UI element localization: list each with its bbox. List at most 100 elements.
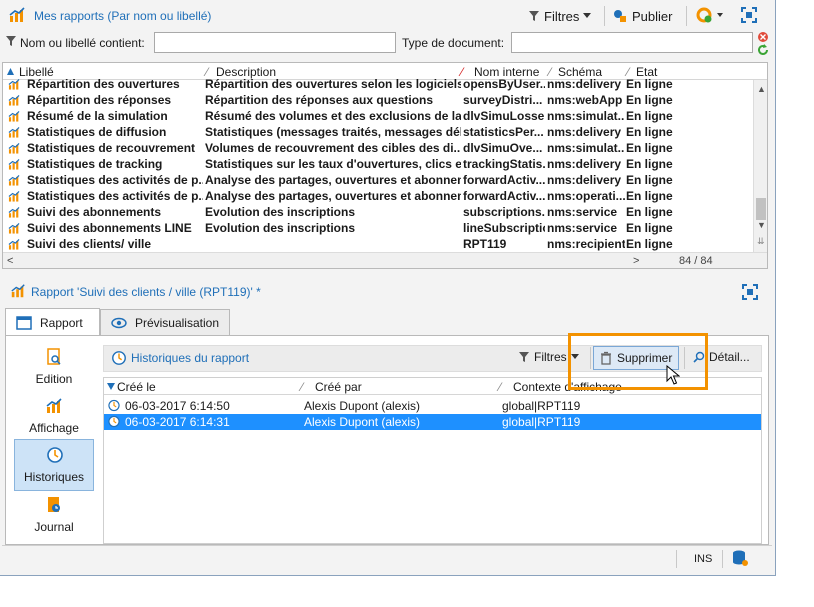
table-cell: Evolution des inscriptions <box>205 221 356 235</box>
history-row[interactable]: 06-03-2017 6:14:31 Alexis Dupont (alexis)… <box>104 414 761 430</box>
scrollbar-thumb[interactable] <box>756 198 766 220</box>
table-cell: En ligne <box>626 157 673 171</box>
name-filter-input[interactable] <box>154 32 396 53</box>
reports-table: Libellé ⁄ Description ⁄ Nom interne ⁄ Sc… <box>2 62 768 269</box>
sidebar-item-affichage[interactable]: Affichage <box>14 393 94 441</box>
table-cell: Statistiques des activités de p... <box>27 189 203 203</box>
vertical-scrollbar[interactable]: ▲ ▼ ⇊ <box>753 80 767 252</box>
table-cell: nms:service <box>547 205 618 219</box>
table-cell: nms:operati... <box>547 189 625 203</box>
history-cell: global|RPT119 <box>502 399 581 413</box>
table-cell: En ligne <box>626 93 673 107</box>
history-row[interactable]: 06-03-2017 6:14:50 Alexis Dupont (alexis)… <box>104 398 761 414</box>
table-cell: En ligne <box>626 237 673 251</box>
report-chart-icon <box>8 223 20 234</box>
horizontal-scrollbar[interactable]: < > 84 / 84 <box>3 252 767 268</box>
refresh-icon[interactable] <box>757 44 769 59</box>
table-row[interactable]: Suivi des abonnements LINE Evolution des … <box>3 220 753 236</box>
table-cell: nms:service <box>547 221 618 235</box>
table-cell: nms:simulat... <box>547 109 625 123</box>
table-cell: Statistiques de diffusion <box>27 125 167 139</box>
table-cell: nms:delivery <box>547 173 622 187</box>
history-title: Historiques du rapport <box>131 351 250 365</box>
table-cell: forwardActiv... <box>463 173 545 187</box>
table-cell: Statistiques de tracking <box>27 157 163 171</box>
report-chart-icon <box>8 79 20 90</box>
publish-label: Publier <box>632 8 673 24</box>
table-cell: Répartition des réponses <box>27 93 172 107</box>
record-count: 84 / 84 <box>679 255 713 267</box>
publish-button[interactable]: Publier <box>612 7 672 25</box>
tab-label: Prévisualisation <box>134 316 219 330</box>
table-cell: dlvSimuOve... <box>463 141 543 155</box>
filters-button[interactable]: Filtres <box>528 7 592 25</box>
report-chart-icon <box>10 283 26 302</box>
sort-desc-icon <box>107 383 115 390</box>
sidebar-item-journal[interactable]: Journal <box>14 492 94 540</box>
maximize-icon[interactable] <box>741 283 759 304</box>
table-row[interactable]: Répartition des réponses Répartition des … <box>3 92 753 108</box>
table-cell: Statistiques des activités de p... <box>27 173 203 187</box>
report-chart-icon <box>8 111 20 122</box>
report-icon <box>16 315 32 330</box>
col-created-by[interactable]: Créé par <box>315 380 362 394</box>
table-row[interactable]: Statistiques de tracking Statistiques sur… <box>3 156 753 172</box>
panel-title: Mes rapports (Par nom ou libellé) <box>34 9 212 23</box>
history-cell: global|RPT119 <box>502 415 581 429</box>
history-clock-icon <box>108 399 120 412</box>
table-cell: subscriptions... <box>463 205 545 219</box>
table-cell: En ligne <box>626 125 673 139</box>
report-chart-icon <box>8 95 20 106</box>
eye-icon <box>111 317 127 329</box>
table-cell: nms:simulat... <box>547 141 625 155</box>
tab-preview[interactable]: Prévisualisation <box>100 309 230 336</box>
status-bar: INS <box>2 545 772 571</box>
table-cell: Résumé de la simulation <box>27 109 168 123</box>
application-window: Mes rapports (Par nom ou libellé) Filtre… <box>0 0 776 576</box>
highlight-box <box>568 333 708 390</box>
history-clock-icon <box>47 447 63 463</box>
gear-add-button[interactable] <box>695 6 727 26</box>
doc-type-label: Type de document: <box>402 36 505 50</box>
table-cell: Evolution des inscriptions <box>205 205 356 219</box>
table-cell: En ligne <box>626 205 673 219</box>
table-cell: Résumé des volumes et des exclusions de … <box>205 109 461 123</box>
table-row[interactable]: Répartition des ouvertures Répartition de… <box>3 76 753 92</box>
chevron-down-icon <box>583 13 592 18</box>
input-mode: INS <box>694 553 713 565</box>
filter-icon <box>5 35 17 50</box>
table-cell: Suivi des abonnements LINE <box>27 221 192 235</box>
table-cell: En ligne <box>626 173 673 187</box>
table-row[interactable]: Suivi des clients/ ville RPT119 nms:recipi… <box>3 236 753 252</box>
sort-asc-icon <box>7 68 14 75</box>
maximize-icon[interactable] <box>740 6 760 26</box>
history-cell: Alexis Dupont (alexis) <box>304 399 421 413</box>
tab-rapport[interactable]: Rapport <box>5 308 100 336</box>
filters-label: Filtres <box>534 350 567 364</box>
table-cell: Suivi des abonnements <box>27 205 162 219</box>
table-row[interactable]: Statistiques des activités de p... Analys… <box>3 172 753 188</box>
doc-type-input[interactable] <box>511 32 753 53</box>
history-cell: 06-03-2017 6:14:31 <box>125 415 230 429</box>
sidebar-item-historiques[interactable]: Historiques <box>14 439 94 491</box>
sidebar-item-edition[interactable]: Edition <box>14 344 94 392</box>
table-cell: Volumes de recouvrement des cibles des d… <box>205 141 461 155</box>
table-row[interactable]: Statistiques de diffusion Statistiques (m… <box>3 124 753 140</box>
table-cell: nms:webApp <box>547 93 623 107</box>
table-cell: Statistiques sur les taux d'ouvertures, … <box>205 157 461 171</box>
database-icon <box>731 549 749 570</box>
table-row[interactable]: Résumé de la simulation Résumé des volume… <box>3 108 753 124</box>
table-row[interactable]: Statistiques de recouvrement Volumes de r… <box>3 140 753 156</box>
table-cell: lineSubscriptio <box>463 221 545 235</box>
table-cell: En ligne <box>626 221 673 235</box>
table-cell: forwardActiv... <box>463 189 545 203</box>
sidebar-label: Historiques <box>23 470 85 484</box>
filter-icon <box>529 11 539 21</box>
table-row[interactable]: Suivi des abonnements Evolution des inscr… <box>3 204 753 220</box>
report-chart-icon <box>8 6 28 26</box>
table-cell: Répartition des ouvertures selon les log… <box>205 77 461 91</box>
history-table-body: 06-03-2017 6:14:50 Alexis Dupont (alexis)… <box>104 398 761 438</box>
report-chart-icon <box>8 239 20 250</box>
table-row[interactable]: Statistiques des activités de p... Analys… <box>3 188 753 204</box>
col-created-on[interactable]: Créé le <box>117 380 156 394</box>
